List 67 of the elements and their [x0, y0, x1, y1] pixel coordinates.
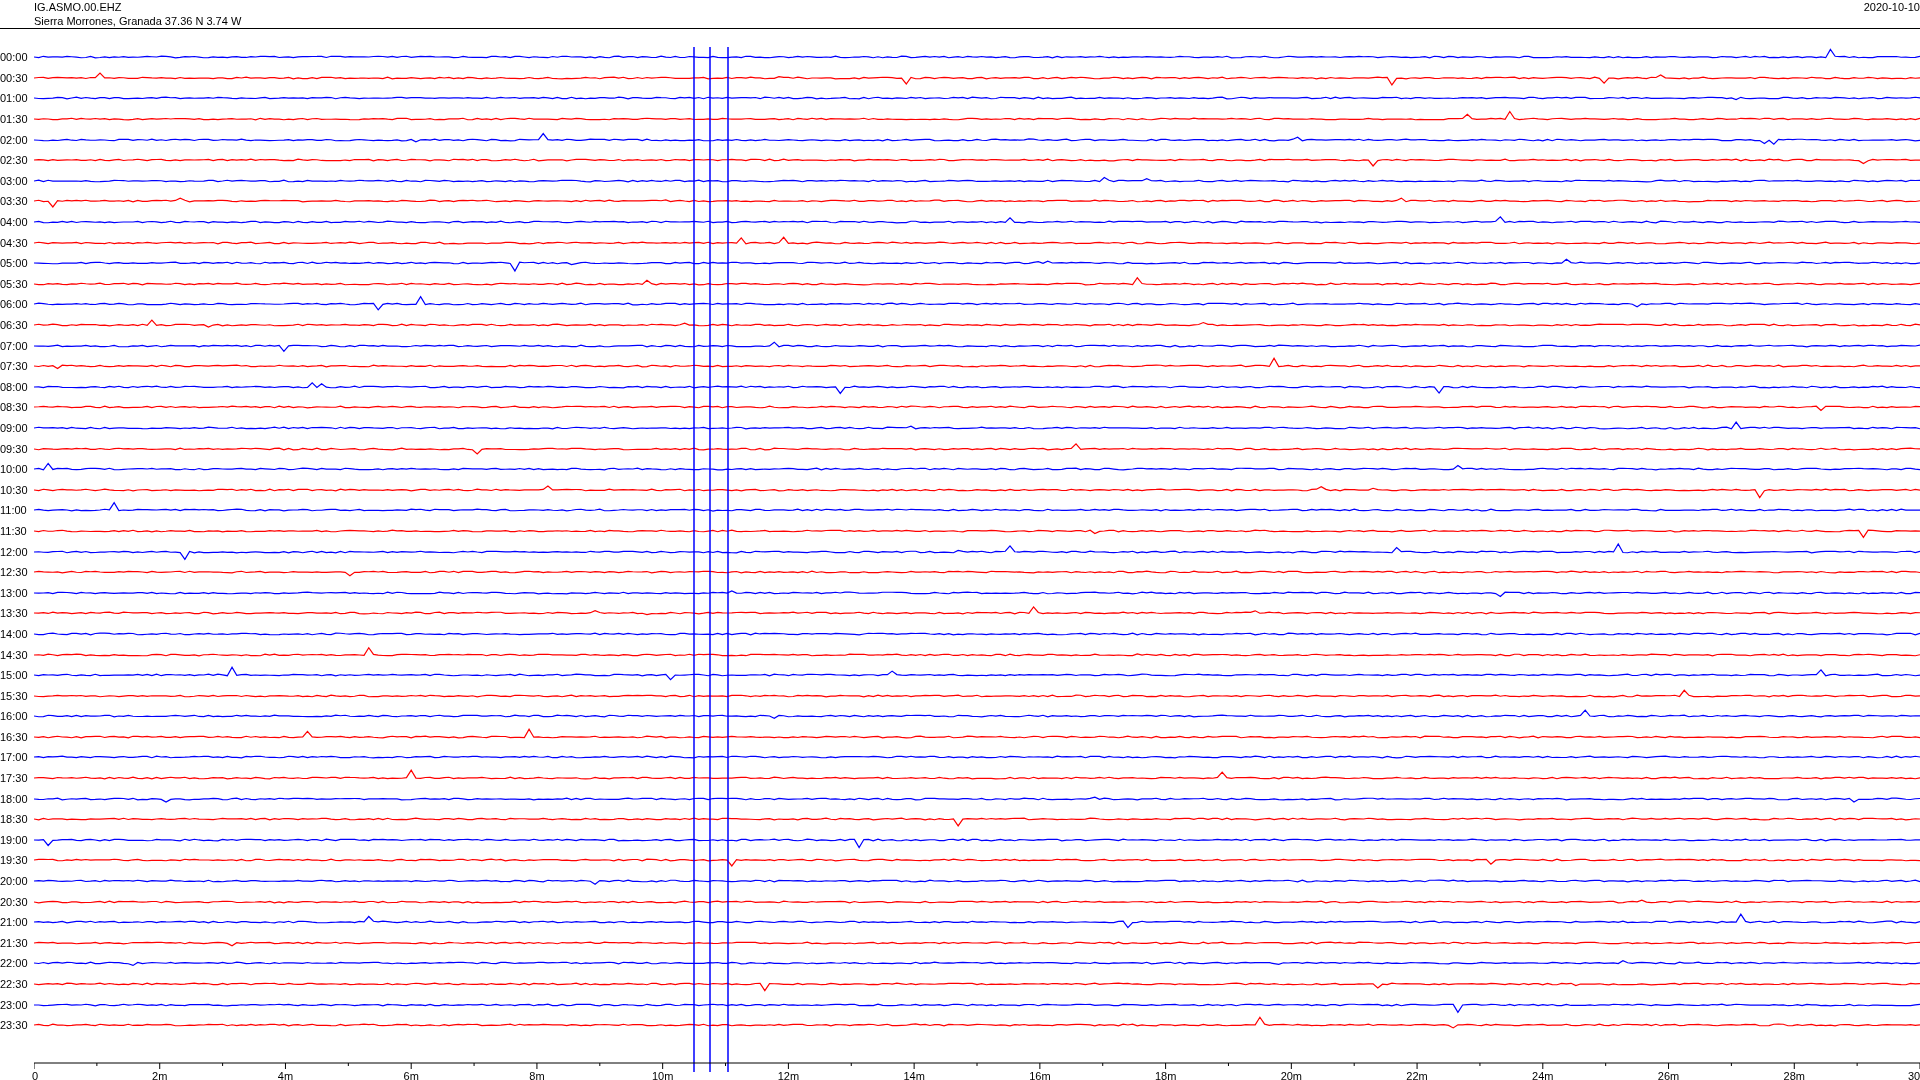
time-label: 19:00 — [0, 833, 29, 846]
time-label: 09:30 — [0, 442, 29, 455]
axis-tick-label: 20m — [1280, 1069, 1303, 1080]
time-label: 03:00 — [0, 174, 29, 187]
axis-tick-label: 24m — [1532, 1069, 1554, 1080]
time-label: 04:00 — [0, 216, 29, 229]
axis-tick-label: 18m — [1154, 1069, 1177, 1080]
time-label: 18:00 — [0, 792, 29, 805]
time-label: 12:30 — [0, 566, 29, 579]
time-label: 02:30 — [0, 154, 29, 167]
time-label: 19:30 — [0, 854, 29, 867]
time-label: 16:00 — [0, 710, 29, 723]
time-label: 09:00 — [0, 422, 29, 434]
time-label: 05:30 — [0, 277, 29, 290]
time-label: 08:00 — [0, 380, 29, 393]
time-label: 17:30 — [0, 772, 29, 785]
time-label: 05:00 — [0, 257, 29, 270]
plot-date: 2020-10-10 — [1863, 0, 1920, 14]
axis-tick-label: 28m — [1783, 1069, 1805, 1080]
time-label: 20:00 — [0, 875, 29, 888]
time-label: 04:30 — [0, 236, 29, 249]
time-label: 14:30 — [0, 648, 29, 661]
time-label: 21:30 — [0, 936, 29, 949]
time-label: 07:30 — [0, 360, 29, 373]
time-label: 21:00 — [0, 916, 29, 929]
time-label: 02:00 — [0, 133, 29, 146]
time-label: 03:30 — [0, 195, 29, 208]
time-label: 15:00 — [0, 669, 29, 682]
station-location: Sierra Morrones, Granada 37.36 N 3.74 W — [34, 14, 242, 28]
time-label: 22:30 — [0, 978, 29, 990]
time-label: 01:30 — [0, 113, 29, 126]
axis-tick-label: 10m — [651, 1069, 674, 1080]
time-label: 13:30 — [0, 607, 29, 620]
time-label: 20:30 — [0, 895, 29, 908]
time-label: 06:00 — [0, 298, 29, 311]
axis-tick-label: 12m — [777, 1069, 800, 1080]
time-label: 11:00 — [0, 504, 28, 517]
time-label: 17:00 — [0, 751, 29, 764]
time-label: 18:30 — [0, 813, 29, 826]
time-label: 23:00 — [0, 998, 29, 1011]
time-label: 12:00 — [0, 545, 29, 558]
axis-tick-label: 30 — [1908, 1069, 1920, 1080]
axis-tick-label: 6m — [403, 1069, 419, 1080]
time-label: 15:30 — [0, 689, 29, 702]
time-label: 16:30 — [0, 730, 29, 743]
time-label: 10:00 — [0, 463, 29, 476]
time-label: 00:30 — [0, 71, 29, 84]
time-label: 22:00 — [0, 957, 29, 970]
time-label: 13:00 — [0, 586, 29, 599]
axis-tick-label: 2m — [152, 1069, 168, 1080]
axis-tick-label: 16m — [1029, 1069, 1051, 1080]
time-label: 00:00 — [0, 51, 29, 64]
axis-tick-label: 26m — [1657, 1069, 1680, 1080]
time-label: 11:30 — [0, 524, 28, 537]
axis-tick-label: 22m — [1406, 1069, 1428, 1080]
time-label: 10:30 — [0, 483, 29, 496]
time-label: 01:00 — [0, 92, 29, 105]
time-label: 07:00 — [0, 339, 29, 352]
time-label: 06:30 — [0, 319, 29, 331]
axis-tick-label: 0 — [32, 1069, 39, 1080]
time-label: 14:00 — [0, 627, 29, 640]
station-code: IG.ASMO.00.EHZ — [34, 0, 123, 14]
axis-tick-label: 14m — [903, 1069, 925, 1080]
axis-tick-label: 8m — [529, 1069, 545, 1080]
time-label: 23:30 — [0, 1019, 29, 1032]
time-label: 08:30 — [0, 401, 29, 414]
axis-tick-label: 4m — [277, 1069, 294, 1080]
